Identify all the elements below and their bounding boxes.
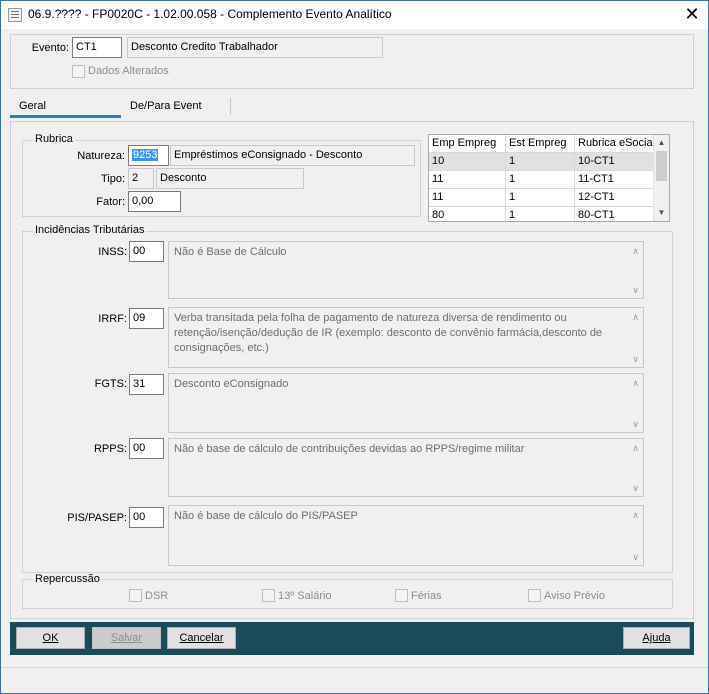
irrf-desc-text: Verba transitada pela folha de pagamento… [174,312,603,354]
grid-cell: 10 [429,153,506,171]
pis-label: PIS/PASEP: [67,512,127,524]
tipo-desc-field: Desconto [156,168,304,189]
pis-desc-memo: Não é base de cálculo do PIS/PASEP ∧ ∨ [168,505,644,566]
window-title: 06.9.???? - FP0020C - 1.02.00.058 - Comp… [28,7,392,21]
fgts-desc-text: Desconto eConsignado [174,378,289,390]
grid-cell: 1 [506,189,575,207]
chevron-down-icon[interactable]: ∨ [632,483,639,493]
irrf-desc-memo: Verba transitada pela folha de pagamento… [168,307,644,368]
ferias-checkbox[interactable] [395,589,408,602]
grid-cell: 1 [506,153,575,171]
grid-cell: 11-CT1 [575,171,655,189]
repercussao-title: Repercussão [33,573,102,585]
ok-button[interactable]: OK [16,627,85,649]
dados-alterados-label: Dados Alterados [88,65,169,77]
grid-cell: 10-CT1 [575,153,655,171]
rpps-desc-memo: Não é base de cálculo de contribuições d… [168,438,644,497]
grid-scrollbar[interactable]: ▲ ▼ [653,135,669,221]
chevron-up-icon[interactable]: ∧ [632,312,639,322]
rubrica-esocial-grid[interactable]: Emp Empreg Est Empreg Rubrica eSocial 10… [428,134,670,222]
grid-cell: 12-CT1 [575,189,655,207]
title-bar[interactable]: 06.9.???? - FP0020C - 1.02.00.058 - Comp… [1,1,708,29]
tab-de-para-event[interactable]: De/Para Event [121,96,229,118]
chevron-down-icon[interactable]: ∨ [632,419,639,429]
irrf-code-input[interactable]: 09 [129,308,164,329]
chevron-down-icon[interactable]: ∨ [632,354,639,364]
tipo-label: Tipo: [100,173,125,185]
dialog-window: 06.9.???? - FP0020C - 1.02.00.058 - Comp… [0,0,709,694]
chevron-up-icon[interactable]: ∧ [632,378,639,388]
natureza-desc-field: Empréstimos eConsignado - Desconto [170,145,415,166]
chevron-up-icon[interactable]: ∧ [632,443,639,453]
cancelar-button[interactable]: Cancelar [167,627,236,649]
evento-label: Evento: [31,42,69,54]
irrf-label: IRRF: [98,313,127,325]
13-salario-checkbox[interactable] [262,589,275,602]
table-row[interactable]: 10 1 10-CT1 [429,153,655,171]
grid-cell: 11 [429,171,506,189]
grid-header-emp-empreg[interactable]: Emp Empreg [429,135,506,153]
tipo-code-field[interactable]: 2 [128,168,154,189]
close-icon[interactable]: ✕ [677,3,707,27]
grid-cell: 1 [506,171,575,189]
grid-cell: 1 [506,207,575,221]
inss-desc-text: Não é Base de Cálculo [174,246,287,258]
natureza-code-input[interactable]: 9253 [128,145,169,166]
scroll-up-icon[interactable]: ▲ [654,137,669,149]
chevron-up-icon[interactable]: ∧ [632,246,639,256]
table-row[interactable]: 11 1 11-CT1 [429,171,655,189]
inss-code-input[interactable]: 00 [129,241,164,262]
table-row[interactable]: 11 1 12-CT1 [429,189,655,207]
grid-header-row: Emp Empreg Est Empreg Rubrica eSocial [429,135,655,153]
fator-label: Fator: [96,196,125,208]
rpps-label: RPPS: [93,443,127,455]
grid-header-est-empreg[interactable]: Est Empreg [506,135,575,153]
table-row[interactable]: 80 1 80-CT1 [429,207,655,221]
status-bar-divider [1,667,708,668]
dsr-checkbox[interactable] [129,589,142,602]
fgts-code-input[interactable]: 31 [129,374,164,395]
tab-geral[interactable]: Geral [10,96,121,118]
salvar-button[interactable]: Salvar [92,627,161,649]
dados-alterados-checkbox[interactable] [72,65,85,78]
chevron-up-icon[interactable]: ∧ [632,510,639,520]
rubrica-title: Rubrica [33,133,75,145]
rpps-code-input[interactable]: 00 [129,438,164,459]
natureza-label: Natureza: [77,150,125,162]
evento-code-input[interactable]: CT1 [72,37,122,58]
13-salario-label: 13º Salário [278,590,332,602]
evento-desc-field: Desconto Credito Trabalhador [127,37,383,58]
app-icon [8,8,22,22]
rpps-desc-text: Não é base de cálculo de contribuições d… [174,443,525,455]
tab-separator [230,98,231,115]
fgts-label: FGTS: [94,378,127,390]
aviso-previo-label: Aviso Prévio [544,590,605,602]
pis-code-input[interactable]: 00 [129,507,164,528]
scroll-thumb[interactable] [656,151,667,181]
natureza-code-selected: 9253 [132,149,159,161]
inss-desc-memo: Não é Base de Cálculo ∧ ∨ [168,241,644,299]
grid-cell: 11 [429,189,506,207]
grid-cell: 80 [429,207,506,221]
inss-label: INSS: [98,246,127,258]
incidencias-title: Incidências Tributárias [33,224,147,236]
fgts-desc-memo: Desconto eConsignado ∧ ∨ [168,373,644,433]
chevron-down-icon[interactable]: ∨ [632,285,639,295]
pis-desc-text: Não é base de cálculo do PIS/PASEP [174,510,358,522]
grid-cell: 80-CT1 [575,207,655,221]
chevron-down-icon[interactable]: ∨ [632,552,639,562]
aviso-previo-checkbox[interactable] [528,589,541,602]
fator-input[interactable]: 0,00 [128,191,181,212]
grid-header-rubrica-esocial[interactable]: Rubrica eSocial [575,135,655,153]
scroll-down-icon[interactable]: ▼ [654,207,669,219]
ferias-label: Férias [411,590,442,602]
ajuda-button[interactable]: Ajuda [623,627,690,649]
dsr-label: DSR [145,590,169,602]
